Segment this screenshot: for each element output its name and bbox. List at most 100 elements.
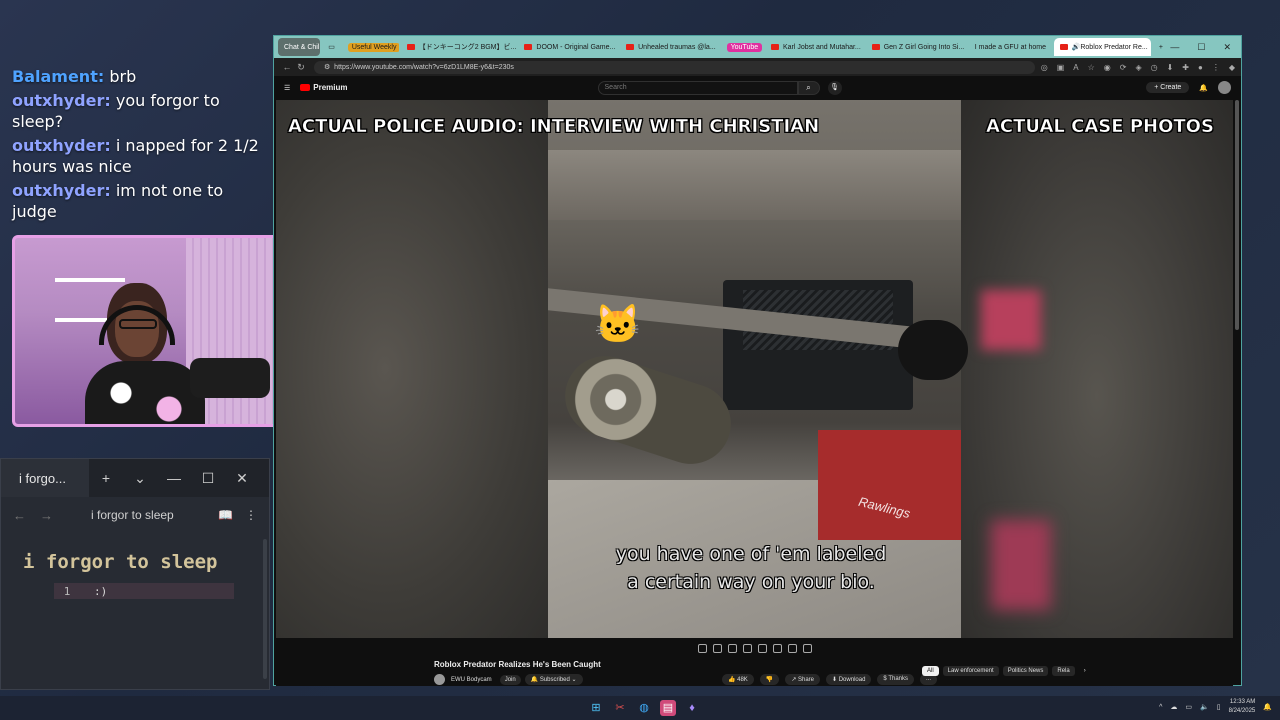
hamburger-menu-icon[interactable]: ☰ — [284, 84, 290, 92]
tab-dropdown-button[interactable]: ⌄ — [123, 470, 157, 487]
extension-icon[interactable]: ⟳ — [1120, 63, 1127, 72]
subscribed-button[interactable]: 🔔 Subscribed ⌄ — [524, 674, 583, 685]
volume-icon[interactable]: 🔈 — [1200, 703, 1209, 711]
join-button[interactable]: Join — [499, 674, 521, 685]
chip[interactable]: Law enforcement — [942, 666, 999, 676]
url-field[interactable]: ⚙ https://www.youtube.com/watch?v=6zD1LM… — [314, 60, 1035, 74]
maximize-button[interactable]: ☐ — [1197, 42, 1205, 53]
line-number: 1 — [63, 584, 71, 598]
settings-gear-icon[interactable] — [802, 643, 812, 653]
download-button[interactable]: ⬇ Download — [826, 674, 872, 685]
chip[interactable]: Rela — [1052, 666, 1075, 676]
profile-avatar[interactable]: ● — [1198, 63, 1203, 72]
tab-label: Roblox Predator Re... — [1080, 43, 1148, 51]
channel-name[interactable]: EWU Bodycam — [451, 677, 492, 683]
obs-app-icon[interactable]: ♦ — [684, 700, 700, 716]
close-button[interactable]: ✕ — [1223, 42, 1231, 53]
theater-icon[interactable] — [742, 643, 752, 653]
extension-icon[interactable]: ◎ — [1041, 63, 1048, 72]
youtube-logo[interactable]: Premium — [300, 83, 348, 92]
minimize-button[interactable]: — — [157, 470, 191, 486]
dislike-button[interactable]: 👎 — [759, 674, 780, 685]
chip[interactable]: Politics News — [1002, 666, 1049, 676]
notepad-app-icon[interactable]: ▤ — [660, 700, 676, 716]
chat-username: outxhyder: — [12, 91, 111, 110]
battery-icon[interactable]: ▯ — [1217, 703, 1221, 711]
forward-arrow-icon[interactable]: → — [40, 508, 53, 523]
miniplayer-icon[interactable] — [727, 643, 737, 653]
scrollbar[interactable] — [1235, 100, 1239, 330]
browser-tab[interactable]: DOOM - Original Game...✕ — [518, 38, 618, 56]
chevron-right-icon[interactable]: › — [1079, 666, 1091, 676]
channel-avatar[interactable] — [434, 674, 445, 685]
tab-search-icon[interactable]: ▭ — [322, 38, 340, 56]
extension-icon[interactable]: ▣ — [1057, 63, 1065, 72]
menu-dots-icon[interactable]: ⋮ — [1212, 63, 1220, 72]
tab-strip: Chat & Chil ▭ Useful Weekly 【ドンキーコング2 BG… — [274, 36, 1241, 58]
copilot-icon[interactable]: ◆ — [1229, 63, 1235, 72]
new-tab-button[interactable]: + — [89, 470, 123, 486]
maximize-button[interactable]: ☐ — [191, 470, 225, 487]
scrollbar[interactable] — [263, 539, 267, 679]
microphone-icon[interactable]: 🎙 — [827, 80, 842, 95]
share-button[interactable]: ↗ Share — [785, 674, 821, 685]
box-label: Rawlings — [856, 493, 912, 522]
browser-tab[interactable]: Unhealed traumas @la...✕ — [620, 38, 719, 56]
screenshot-icon[interactable] — [787, 643, 797, 653]
site-info-icon[interactable]: ⚙ — [324, 63, 334, 71]
more-options-icon[interactable]: ⋮ — [245, 508, 257, 522]
tab-group-chat-chill[interactable]: Chat & Chil — [278, 38, 321, 56]
minimize-button[interactable]: — — [1170, 42, 1179, 53]
cloud-icon[interactable]: ☁ — [1170, 703, 1177, 711]
chat-username: outxhyder: — [12, 136, 111, 155]
puzzle-icon[interactable]: ✚ — [1182, 63, 1189, 72]
taskbar-apps: ⊞ ✂ ◍ ▤ ♦ — [588, 700, 700, 716]
history-icon[interactable]: ◷ — [1151, 63, 1158, 72]
back-arrow-icon[interactable]: ← — [280, 62, 294, 72]
download-icon[interactable]: ⬇ — [1167, 63, 1174, 72]
tray-expand-icon[interactable]: ^ — [1159, 704, 1162, 711]
notification-bell-icon[interactable]: 🔔 — [1263, 703, 1272, 711]
notepad-content[interactable]: i forgor to sleep 1 :) — [1, 551, 269, 599]
search-icon[interactable]: ⌕ — [797, 80, 820, 95]
search-input[interactable]: Search — [597, 80, 798, 95]
document-heading: i forgor to sleep — [23, 551, 218, 573]
clock[interactable]: 12:33 AM 8/24/2025 — [1229, 698, 1256, 716]
new-tab-button[interactable]: + — [1153, 38, 1169, 56]
bookmark-star-icon[interactable]: ☆ — [1088, 63, 1095, 72]
notepad-tab[interactable]: i forgo... — [1, 459, 89, 497]
shelf — [55, 278, 125, 282]
back-arrow-icon[interactable]: ← — [13, 508, 26, 523]
browser-tab[interactable]: Karl Jobst and Mutahar...✕ — [765, 38, 864, 56]
tab-group-useful-weekly[interactable]: Useful Weekly — [342, 38, 399, 56]
edge-browser-icon[interactable]: ◍ — [636, 700, 652, 716]
list-item[interactable]: 1 :) — [54, 583, 234, 599]
extension-icon[interactable]: ◉ — [1104, 63, 1111, 72]
book-icon[interactable]: 📖 — [218, 508, 233, 522]
avatar[interactable] — [1218, 81, 1231, 94]
loop-icon[interactable] — [697, 643, 707, 653]
network-icon[interactable]: ▭ — [1185, 703, 1192, 711]
tab-label: Chat & Chil — [284, 43, 320, 51]
create-button[interactable]: + Create — [1146, 82, 1190, 93]
browser-tab[interactable]: I made a GFU at home✕ — [969, 38, 1052, 56]
youtube-icon — [626, 44, 635, 50]
like-button[interactable]: 👍 48K — [722, 674, 754, 685]
translate-icon[interactable]: A — [1073, 63, 1078, 72]
browser-tab[interactable]: 【ドンキーコング2 BGM】ビ...✕ — [401, 38, 517, 56]
chip-all[interactable]: All — [922, 666, 939, 676]
video-player[interactable]: 🐱 Rawlings ACTUAL POLICE AUDIO: INTERVIE… — [276, 100, 1233, 638]
close-button[interactable]: ✕ — [225, 470, 259, 487]
thanks-button[interactable]: $ Thanks — [877, 674, 914, 685]
browser-tab-active[interactable]: 🔊 Roblox Predator Re...✕ — [1053, 38, 1151, 56]
tab-group-youtube[interactable]: YouTube — [721, 38, 763, 56]
bell-icon[interactable]: 🔔 — [1199, 84, 1208, 92]
windows-start-icon[interactable]: ⊞ — [588, 700, 604, 716]
browser-tab[interactable]: Gen Z Girl Going Into Si...✕ — [866, 38, 967, 56]
extension-icon[interactable]: ◈ — [1135, 63, 1141, 72]
capture-app-icon[interactable]: ✂ — [612, 700, 628, 716]
volume-icon[interactable] — [712, 643, 722, 653]
pip-icon[interactable] — [757, 643, 767, 653]
captions-icon[interactable] — [772, 643, 782, 653]
reload-icon[interactable]: ↻ — [294, 62, 308, 73]
